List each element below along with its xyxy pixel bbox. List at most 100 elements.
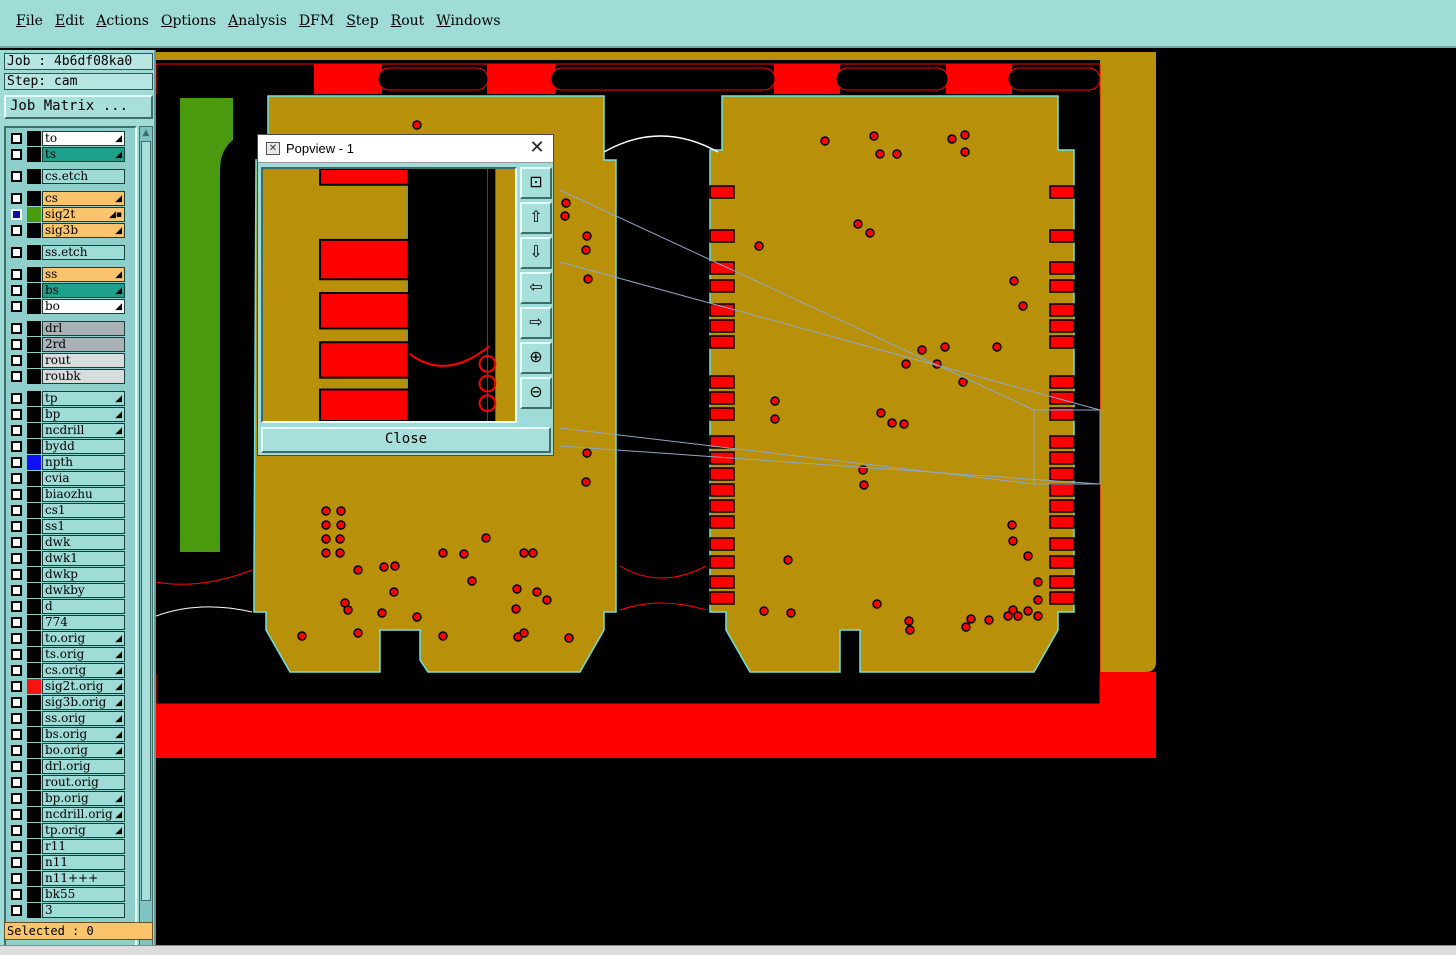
layer-checkbox[interactable] bbox=[11, 457, 22, 468]
layer-row[interactable]: cs1 bbox=[6, 503, 135, 518]
layer-color-swatch[interactable] bbox=[27, 679, 41, 694]
layer-color-swatch[interactable] bbox=[27, 391, 41, 406]
layer-checkbox[interactable] bbox=[11, 505, 22, 516]
layer-row[interactable]: biaozhu bbox=[6, 487, 135, 502]
layer-checkbox[interactable] bbox=[11, 247, 22, 258]
layer-color-swatch[interactable] bbox=[27, 267, 41, 282]
zoom-in-icon[interactable]: ⊕ bbox=[520, 342, 552, 374]
layer-checkbox[interactable] bbox=[11, 269, 22, 280]
layer-checkbox[interactable] bbox=[11, 569, 22, 580]
layer-color-swatch[interactable] bbox=[27, 245, 41, 260]
layer-row[interactable]: cs.etch bbox=[6, 169, 135, 184]
layer-color-swatch[interactable] bbox=[27, 727, 41, 742]
layer-name[interactable]: drl.orig bbox=[42, 759, 125, 774]
layer-name[interactable]: sig3b.orig ◢ bbox=[42, 695, 125, 710]
layer-row[interactable]: roubk bbox=[6, 369, 135, 384]
layer-checkbox[interactable] bbox=[11, 697, 22, 708]
layer-name[interactable]: bs ◢ bbox=[42, 283, 125, 298]
layer-row[interactable]: bp.orig ◢ bbox=[6, 791, 135, 806]
job-matrix-button[interactable]: Job Matrix ... bbox=[4, 95, 153, 119]
layer-row[interactable]: 3 bbox=[6, 903, 135, 918]
layer-name[interactable]: sig2t ◢▪ bbox=[42, 207, 125, 222]
layer-color-swatch[interactable] bbox=[27, 321, 41, 336]
layer-checkbox[interactable] bbox=[11, 633, 22, 644]
layer-checkbox[interactable] bbox=[11, 809, 22, 820]
pan-right-icon[interactable]: ⇨ bbox=[520, 307, 552, 339]
layer-name[interactable]: ss ◢ bbox=[42, 267, 125, 282]
layer-color-swatch[interactable] bbox=[27, 455, 41, 470]
layer-name[interactable]: drl bbox=[42, 321, 125, 336]
layer-row[interactable]: bp ◢ bbox=[6, 407, 135, 422]
layer-name[interactable]: ncdrill.orig ◢ bbox=[42, 807, 125, 822]
layer-color-swatch[interactable] bbox=[27, 807, 41, 822]
layer-row[interactable]: bs.orig ◢ bbox=[6, 727, 135, 742]
layer-name[interactable]: cs ◢ bbox=[42, 191, 125, 206]
layer-name[interactable]: dwkby bbox=[42, 583, 125, 598]
layer-name[interactable]: ts.orig ◢ bbox=[42, 647, 125, 662]
scroll-thumb[interactable] bbox=[141, 141, 151, 901]
layer-color-swatch[interactable] bbox=[27, 191, 41, 206]
layer-name[interactable]: r11 bbox=[42, 839, 125, 854]
layer-name[interactable]: 774 bbox=[42, 615, 125, 630]
layer-name[interactable]: cs.etch bbox=[42, 169, 125, 184]
layer-checkbox[interactable] bbox=[11, 745, 22, 756]
layer-checkbox[interactable] bbox=[11, 489, 22, 500]
layer-color-swatch[interactable] bbox=[27, 487, 41, 502]
layer-name[interactable]: ts ◢ bbox=[42, 147, 125, 162]
layer-name[interactable]: tp ◢ bbox=[42, 391, 125, 406]
layer-row[interactable]: drl.orig bbox=[6, 759, 135, 774]
layer-row[interactable]: 774 bbox=[6, 615, 135, 630]
layer-name[interactable]: ss.etch bbox=[42, 245, 125, 260]
layer-checkbox[interactable] bbox=[11, 473, 22, 484]
layer-checkbox[interactable] bbox=[11, 825, 22, 836]
layer-row[interactable]: d bbox=[6, 599, 135, 614]
layer-color-swatch[interactable] bbox=[27, 647, 41, 662]
layer-color-swatch[interactable] bbox=[27, 353, 41, 368]
layer-row[interactable]: 2rd bbox=[6, 337, 135, 352]
layer-color-swatch[interactable] bbox=[27, 759, 41, 774]
layer-checkbox[interactable] bbox=[11, 371, 22, 382]
layer-checkbox[interactable] bbox=[11, 409, 22, 420]
layer-color-swatch[interactable] bbox=[27, 519, 41, 534]
layer-checkbox[interactable] bbox=[11, 665, 22, 676]
layer-color-swatch[interactable] bbox=[27, 503, 41, 518]
layer-color-swatch[interactable] bbox=[27, 871, 41, 886]
layer-name[interactable]: to ◢ bbox=[42, 131, 125, 146]
layer-row[interactable]: sig2t ◢▪ bbox=[6, 207, 135, 222]
layer-name[interactable]: cs.orig ◢ bbox=[42, 663, 125, 678]
layer-name[interactable]: bo ◢ bbox=[42, 299, 125, 314]
zoom-fit-icon[interactable]: ⊡ bbox=[520, 167, 552, 199]
layer-row[interactable]: rout.orig bbox=[6, 775, 135, 790]
layer-checkbox[interactable] bbox=[11, 133, 22, 144]
layer-checkbox[interactable] bbox=[11, 553, 22, 564]
menu-dfm[interactable]: DFM bbox=[293, 12, 340, 30]
layer-name[interactable]: bk55 bbox=[42, 887, 125, 902]
pan-up-icon[interactable]: ⇧ bbox=[520, 202, 552, 234]
layer-name[interactable]: bp.orig ◢ bbox=[42, 791, 125, 806]
layer-row[interactable]: sig3b ◢ bbox=[6, 223, 135, 238]
layer-color-swatch[interactable] bbox=[27, 423, 41, 438]
layer-row[interactable]: ss1 bbox=[6, 519, 135, 534]
layer-checkbox[interactable] bbox=[11, 355, 22, 366]
layer-checkbox[interactable] bbox=[11, 841, 22, 852]
layer-name[interactable]: ncdrill ◢ bbox=[42, 423, 125, 438]
layer-name[interactable]: ss.orig ◢ bbox=[42, 711, 125, 726]
layer-row[interactable]: ncdrill ◢ bbox=[6, 423, 135, 438]
layer-color-swatch[interactable] bbox=[27, 695, 41, 710]
layer-checkbox[interactable] bbox=[11, 225, 22, 236]
layer-color-swatch[interactable] bbox=[27, 223, 41, 238]
layer-color-swatch[interactable] bbox=[27, 439, 41, 454]
layer-row[interactable]: dwk bbox=[6, 535, 135, 550]
layer-color-swatch[interactable] bbox=[27, 535, 41, 550]
layer-checkbox[interactable] bbox=[11, 601, 22, 612]
layer-checkbox[interactable] bbox=[11, 793, 22, 804]
layer-checkbox[interactable] bbox=[11, 873, 22, 884]
layer-name[interactable]: bp ◢ bbox=[42, 407, 125, 422]
layer-checkbox[interactable] bbox=[11, 323, 22, 334]
layer-name[interactable]: 2rd bbox=[42, 337, 125, 352]
layer-name[interactable]: n11 bbox=[42, 855, 125, 870]
layer-name[interactable]: bo.orig ◢ bbox=[42, 743, 125, 758]
pan-down-icon[interactable]: ⇩ bbox=[520, 237, 552, 269]
layer-name[interactable]: cs1 bbox=[42, 503, 125, 518]
layer-color-swatch[interactable] bbox=[27, 663, 41, 678]
